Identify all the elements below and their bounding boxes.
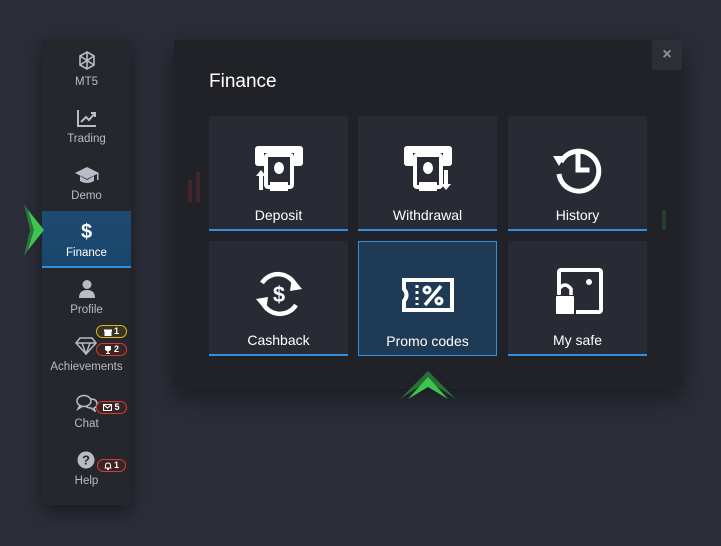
- modal-title: Finance: [209, 71, 277, 92]
- tile-promo-codes[interactable]: Promo codes: [358, 241, 497, 356]
- cashback-icon: $: [209, 267, 348, 321]
- user-icon: [42, 278, 131, 300]
- gift-icon: [103, 329, 112, 336]
- chart-candle: [188, 180, 192, 202]
- dollar-icon: $: [80, 220, 93, 243]
- chart-candle: [662, 210, 666, 230]
- tile-deposit[interactable]: Deposit: [209, 116, 348, 231]
- chart-candle: [196, 172, 200, 202]
- mt5-icon: [42, 50, 131, 72]
- sidebar-item-profile[interactable]: Profile: [42, 268, 131, 325]
- sidebar: MT5 Trading Demo $ Finance Profile Achie…: [42, 40, 131, 505]
- atm-deposit-icon: [209, 142, 348, 196]
- sidebar-item-label: Demo: [71, 190, 102, 202]
- tile-label: Promo codes: [386, 333, 469, 349]
- sidebar-item-label: Chat: [74, 418, 99, 430]
- trophy-badge: 2: [96, 343, 127, 356]
- sidebar-item-chat[interactable]: Chat 5: [42, 382, 131, 439]
- svg-text:$: $: [272, 282, 284, 307]
- tile-my-safe[interactable]: My safe: [508, 241, 647, 356]
- bell-icon: [104, 461, 112, 470]
- tile-label: Cashback: [247, 332, 310, 348]
- sidebar-item-label: MT5: [75, 76, 98, 88]
- selected-pointer-arrow: [400, 371, 456, 399]
- close-button[interactable]: ×: [652, 40, 682, 70]
- sidebar-item-label: Trading: [67, 133, 106, 145]
- sidebar-item-demo[interactable]: Demo: [42, 154, 131, 211]
- sidebar-item-label: Profile: [70, 304, 103, 316]
- sidebar-item-achievements[interactable]: Achievements 1 2: [42, 325, 131, 382]
- tile-label: Withdrawal: [392, 207, 463, 223]
- sidebar-item-mt5[interactable]: MT5: [42, 40, 131, 97]
- trend-up-icon: [42, 107, 131, 129]
- sidebar-item-label: Help: [74, 475, 99, 487]
- coupon-percent-icon: [359, 268, 496, 322]
- svg-text:?: ?: [82, 453, 90, 468]
- active-indicator-arrow: [24, 204, 44, 256]
- tile-cashback[interactable]: $ Cashback: [209, 241, 348, 356]
- tile-label: Deposit: [254, 207, 303, 223]
- mail-icon: [103, 404, 113, 411]
- tile-label: History: [555, 207, 600, 223]
- mail-badge: 5: [96, 401, 127, 414]
- gift-badge: 1: [96, 325, 127, 338]
- safe-lock-icon: [508, 267, 647, 321]
- finance-modal: × Finance Deposit Withdrawal History $ C…: [174, 40, 682, 389]
- sidebar-item-label: Achievements: [50, 361, 123, 373]
- history-clock-icon: [508, 142, 647, 196]
- trophy-icon: [104, 345, 111, 354]
- tile-withdrawal[interactable]: Withdrawal: [358, 116, 497, 231]
- tile-history[interactable]: History: [508, 116, 647, 231]
- tile-label: My safe: [552, 332, 602, 348]
- sidebar-item-label: Finance: [66, 247, 107, 259]
- close-icon: ×: [662, 46, 672, 63]
- sidebar-item-finance[interactable]: $ Finance: [42, 211, 131, 268]
- graduation-cap-icon: [42, 164, 131, 186]
- sidebar-item-help[interactable]: ? Help 1: [42, 439, 131, 496]
- bell-badge: 1: [97, 459, 126, 472]
- atm-withdrawal-icon: [358, 142, 497, 196]
- sidebar-item-trading[interactable]: Trading: [42, 97, 131, 154]
